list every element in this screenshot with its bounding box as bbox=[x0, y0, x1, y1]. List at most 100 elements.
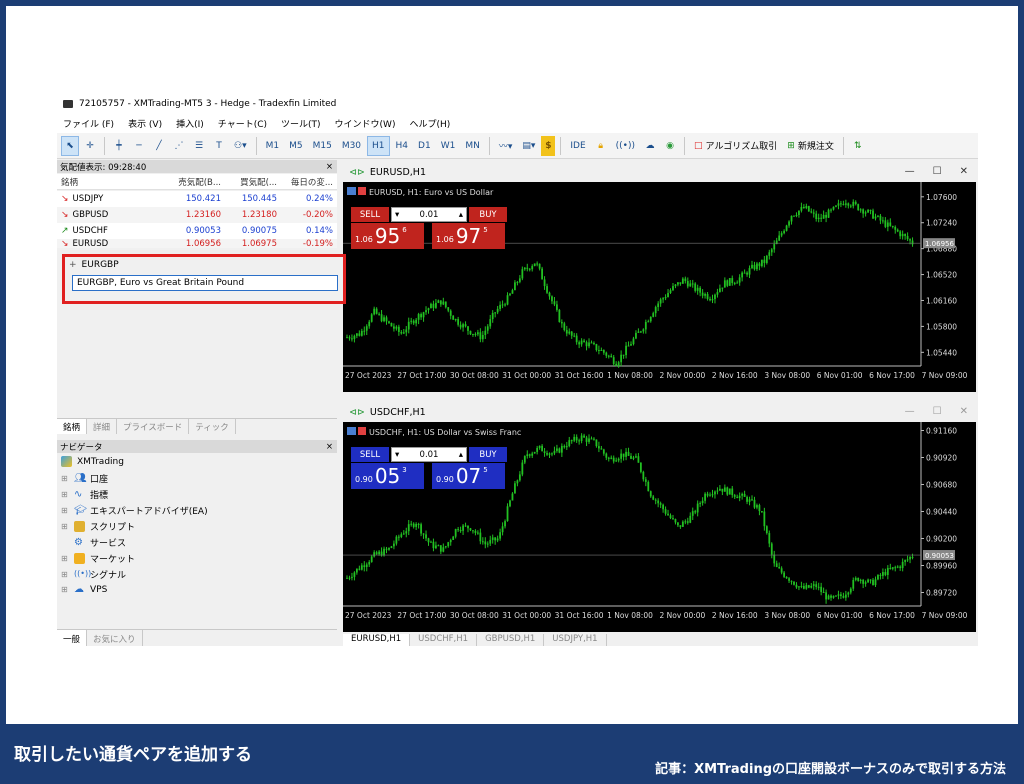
buy-price[interactable]: 0.90 07 5 bbox=[432, 463, 505, 489]
cloud-icon[interactable]: ☁ bbox=[641, 136, 659, 156]
buy-button[interactable]: BUY bbox=[469, 207, 507, 222]
lock-icon[interactable]: 🔒︎ bbox=[592, 136, 610, 156]
menu-view[interactable]: 表示 (V) bbox=[128, 117, 162, 130]
close-icon[interactable]: × bbox=[326, 442, 333, 452]
tab-chart-usdchf[interactable]: USDCHF,H1 bbox=[410, 634, 478, 646]
navigator-item-experts[interactable]: ⊞ 🎓︎ エキスパートアドバイザ(EA) bbox=[61, 504, 208, 517]
navigator-item-scripts[interactable]: ⊞ スクリプト bbox=[61, 520, 135, 533]
lot-input[interactable]: ▾ 0.01 ▴ bbox=[391, 207, 467, 222]
table-row[interactable]: ↘ GBPUSD 1.23160 1.23180 -0.20% bbox=[57, 207, 337, 223]
close-icon[interactable]: ✕ bbox=[960, 166, 968, 177]
new-order-button[interactable]: ⊞ 新規注文 bbox=[783, 136, 838, 156]
candle-body bbox=[886, 567, 889, 575]
dollar-icon[interactable]: $ bbox=[541, 135, 556, 156]
buy-button[interactable]: BUY bbox=[469, 447, 507, 462]
tf-m15[interactable]: M15 bbox=[309, 136, 336, 156]
expand-icon[interactable]: ⊞ bbox=[61, 474, 69, 483]
tab-details[interactable]: 詳細 bbox=[87, 419, 118, 434]
templates-icon[interactable]: ▤▾ bbox=[518, 136, 539, 156]
horizontal-line-icon[interactable]: ─ bbox=[130, 136, 148, 156]
maximize-icon[interactable]: ☐ bbox=[933, 406, 942, 417]
tf-w1[interactable]: W1 bbox=[437, 136, 460, 156]
tab-general[interactable]: 一般 bbox=[57, 630, 88, 646]
crosshair-icon[interactable]: ✛ bbox=[81, 136, 99, 156]
table-row[interactable]: ↘ EURUSD 1.06956 1.06975 -0.19% bbox=[57, 239, 337, 248]
column-daily-change[interactable]: 毎日の変... bbox=[281, 176, 337, 188]
candle-body bbox=[857, 204, 860, 211]
tf-d1[interactable]: D1 bbox=[414, 136, 435, 156]
tf-m30[interactable]: M30 bbox=[338, 136, 365, 156]
column-symbol[interactable]: 銘柄 bbox=[57, 176, 169, 188]
tf-m5[interactable]: M5 bbox=[285, 136, 307, 156]
trendline-icon[interactable]: ╱ bbox=[150, 136, 168, 156]
sell-price[interactable]: 1.06 95 6 bbox=[351, 223, 424, 249]
tab-price-board[interactable]: プライスボード bbox=[117, 419, 190, 434]
menu-tools[interactable]: ツール(T) bbox=[281, 117, 321, 130]
expand-icon[interactable]: ⊞ bbox=[61, 585, 69, 594]
symbol-suggestion[interactable]: EURGBP, Euro vs Great Britain Pound bbox=[72, 275, 338, 291]
indicators-icon[interactable]: 〰▾ bbox=[495, 136, 517, 156]
menu-file[interactable]: ファイル (F) bbox=[63, 117, 114, 130]
ide-button[interactable]: IDE bbox=[566, 136, 589, 156]
buy-price[interactable]: 1.06 97 5 bbox=[432, 223, 505, 249]
navigator-item-indicators[interactable]: ⊞ ∿ 指標 bbox=[61, 488, 108, 501]
expand-icon[interactable]: ⊞ bbox=[61, 490, 69, 499]
tf-mn[interactable]: MN bbox=[461, 136, 484, 156]
sell-price[interactable]: 0.90 05 3 bbox=[351, 463, 424, 489]
tab-chart-eurusd[interactable]: EURUSD,H1 bbox=[343, 634, 411, 646]
close-icon[interactable]: ✕ bbox=[960, 406, 968, 417]
column-bid[interactable]: 売気配(B... bbox=[169, 176, 225, 188]
tab-chart-usdjpy[interactable]: USDJPY,H1 bbox=[544, 634, 607, 646]
lot-increase-icon[interactable]: ▴ bbox=[459, 450, 463, 460]
lot-increase-icon[interactable]: ▴ bbox=[459, 210, 463, 220]
symbol-input[interactable]: EURGBP bbox=[82, 260, 119, 270]
sell-button[interactable]: SELL bbox=[351, 207, 389, 222]
tab-ticks[interactable]: ティック bbox=[189, 419, 236, 434]
usdchf-chart[interactable]: USDCHF, H1: US Dollar vs Swiss Franc 0.91… bbox=[343, 422, 976, 632]
expand-icon[interactable]: ⊞ bbox=[61, 554, 69, 563]
channel-icon[interactable]: ⋰ bbox=[170, 136, 188, 156]
vps-icon[interactable]: ◉ bbox=[661, 136, 679, 156]
table-row[interactable]: ↘ USDJPY 150.421 150.445 0.24% bbox=[57, 191, 337, 207]
navigator-item-market[interactable]: ⊞ マーケット bbox=[61, 552, 135, 565]
navigator-item-accounts[interactable]: ⊞ 👥︎ 口座 bbox=[61, 472, 108, 485]
maximize-icon[interactable]: ☐ bbox=[933, 166, 942, 177]
menu-insert[interactable]: 挿入(I) bbox=[176, 117, 204, 130]
close-icon[interactable]: × bbox=[326, 162, 333, 172]
cursor-icon[interactable]: ⬉ bbox=[61, 135, 79, 156]
minimize-icon[interactable]: — bbox=[905, 406, 915, 417]
sell-button[interactable]: SELL bbox=[351, 447, 389, 462]
algo-trading-button[interactable]: □ アルゴリズム取引 bbox=[690, 136, 781, 156]
vertical-line-icon[interactable]: ┿ bbox=[110, 136, 128, 156]
menu-chart[interactable]: チャート(C) bbox=[218, 117, 267, 130]
lot-input[interactable]: ▾ 0.01 ▴ bbox=[391, 447, 467, 462]
eurusd-chart[interactable]: EURUSD, H1: Euro vs US Dollar 1.07600 1.07… bbox=[343, 182, 976, 392]
minimize-icon[interactable]: — bbox=[905, 166, 915, 177]
fibonacci-icon[interactable]: ☰ bbox=[190, 136, 208, 156]
navigator-item-services[interactable]: ⚙ サービス bbox=[61, 536, 126, 549]
expand-icon[interactable]: ⊞ bbox=[61, 570, 69, 579]
navigator-root[interactable]: XMTrading bbox=[61, 456, 124, 467]
navigator-item-vps[interactable]: ⊞ ☁ VPS bbox=[61, 584, 107, 595]
column-ask[interactable]: 買気配(... bbox=[225, 176, 281, 188]
symbol-input-row[interactable]: + EURGBP bbox=[69, 260, 119, 270]
tab-chart-gbpusd[interactable]: GBPUSD,H1 bbox=[477, 634, 545, 646]
tf-m1[interactable]: M1 bbox=[262, 136, 284, 156]
lot-decrease-icon[interactable]: ▾ bbox=[395, 210, 399, 220]
shapes-icon[interactable]: ⚇▾ bbox=[230, 136, 251, 156]
lot-decrease-icon[interactable]: ▾ bbox=[395, 450, 399, 460]
menu-help[interactable]: ヘルプ(H) bbox=[409, 117, 450, 130]
table-row[interactable]: ↗ USDCHF 0.90053 0.90075 0.14% bbox=[57, 223, 337, 239]
tab-favorites[interactable]: お気に入り bbox=[87, 630, 143, 646]
text-tool-icon[interactable]: T bbox=[210, 136, 228, 156]
tf-h1[interactable]: H1 bbox=[367, 135, 390, 156]
expand-icon[interactable]: ⊞ bbox=[61, 522, 69, 531]
signal-icon[interactable]: ((•)) bbox=[612, 136, 639, 156]
expand-icon[interactable]: ⊞ bbox=[61, 506, 69, 515]
menu-window[interactable]: ウインドウ(W) bbox=[335, 117, 396, 130]
depth-icon[interactable]: ⇅ bbox=[849, 136, 867, 156]
candle-body bbox=[884, 220, 887, 227]
navigator-item-signals[interactable]: ⊞ ((•)) シグナル bbox=[61, 568, 126, 581]
tf-h4[interactable]: H4 bbox=[392, 136, 413, 156]
tab-symbols[interactable]: 銘柄 bbox=[57, 419, 88, 434]
